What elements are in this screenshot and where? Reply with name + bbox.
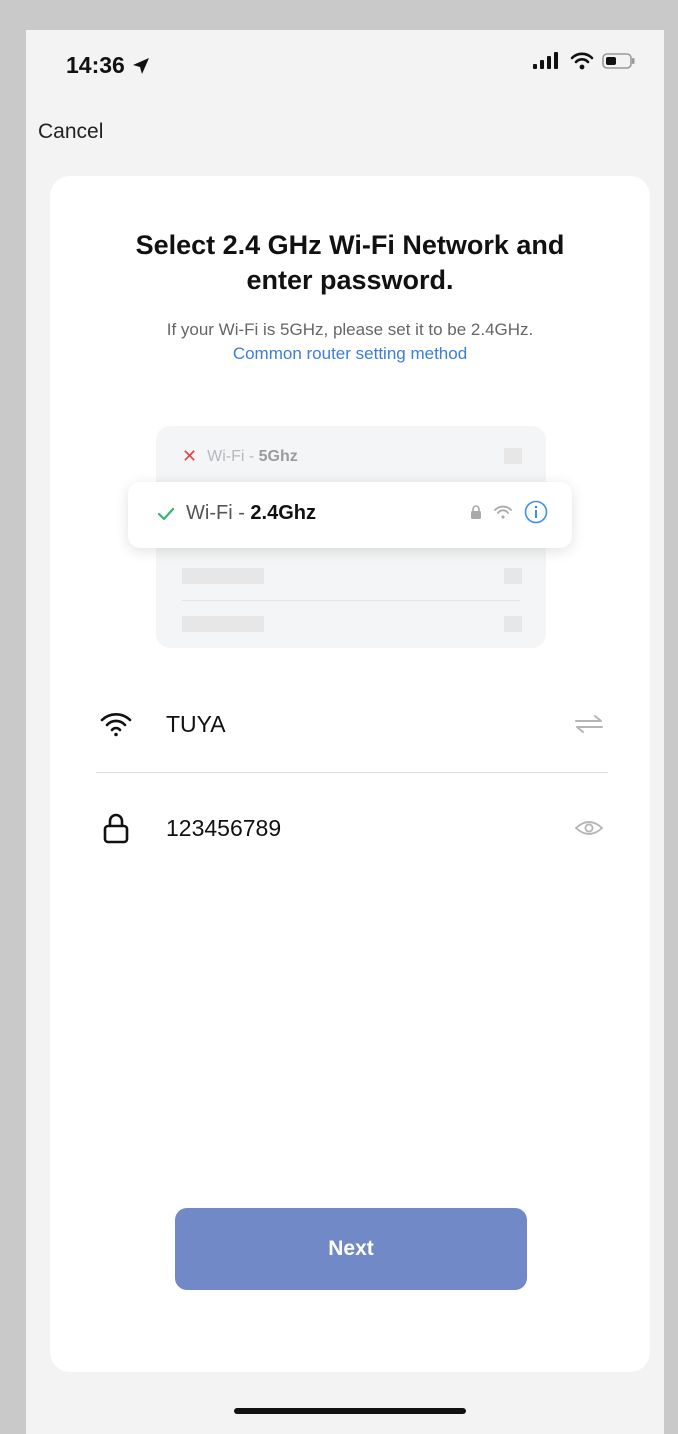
wifi-setup-card: Select 2.4 GHz Wi-Fi Network and enter p… [50, 176, 650, 1372]
illustration-placeholder-icon [504, 448, 522, 464]
page-title: Select 2.4 GHz Wi-Fi Network and enter p… [135, 230, 565, 295]
illustration-placeholder-bar [182, 568, 264, 584]
wifi-icon [570, 52, 594, 70]
switch-arrows-icon[interactable] [572, 714, 606, 734]
form-divider [96, 772, 608, 773]
next-button[interactable]: Next [175, 1208, 527, 1290]
lock-icon [471, 505, 481, 519]
illustration-placeholder-icon [504, 568, 522, 584]
wifi-network-row[interactable]: TUYA [98, 694, 606, 754]
router-setting-link[interactable]: Common router setting method [50, 344, 650, 364]
checkmark-icon [157, 507, 175, 521]
illustration-divider [182, 600, 520, 601]
band-hint-text: If your Wi-Fi is 5GHz, please set it to … [166, 320, 534, 339]
illustration-24ghz-label: Wi-Fi - 2.4Ghz [186, 502, 316, 524]
illustration-5ghz-row: ✕ Wi-Fi - 5Ghz [182, 446, 298, 467]
wifi-icon [98, 711, 134, 737]
illustration-24ghz-row: Wi-Fi - 2.4Ghz [128, 482, 572, 548]
lock-icon [98, 812, 134, 844]
info-icon [524, 500, 548, 524]
battery-icon [602, 53, 635, 69]
wifi-password-field[interactable]: 123456789 [166, 815, 572, 842]
illustration-placeholder-bar [182, 616, 264, 632]
wifi-network-name: TUYA [166, 710, 226, 737]
x-mark-icon: ✕ [182, 446, 198, 466]
illustration-placeholder-icon [504, 616, 522, 632]
cancel-button[interactable]: Cancel [38, 120, 103, 144]
illustration-network-icons [470, 500, 548, 524]
status-time-text: 14:36 [66, 52, 125, 78]
wifi-password-row[interactable]: 123456789 [98, 798, 606, 858]
phone-screen: 14:36 Cancel Select 2.4 GHz Wi-Fi Networ… [26, 30, 664, 1434]
cellular-signal-icon [533, 52, 558, 69]
status-bar-indicators [532, 52, 636, 70]
status-bar-time: 14:36 [66, 52, 151, 79]
home-indicator[interactable] [234, 1408, 466, 1414]
wifi-icon [494, 505, 512, 519]
location-arrow-icon [132, 57, 149, 74]
illustration-5ghz-label: Wi-Fi - 5Ghz [207, 447, 298, 465]
eye-icon[interactable] [572, 819, 606, 837]
